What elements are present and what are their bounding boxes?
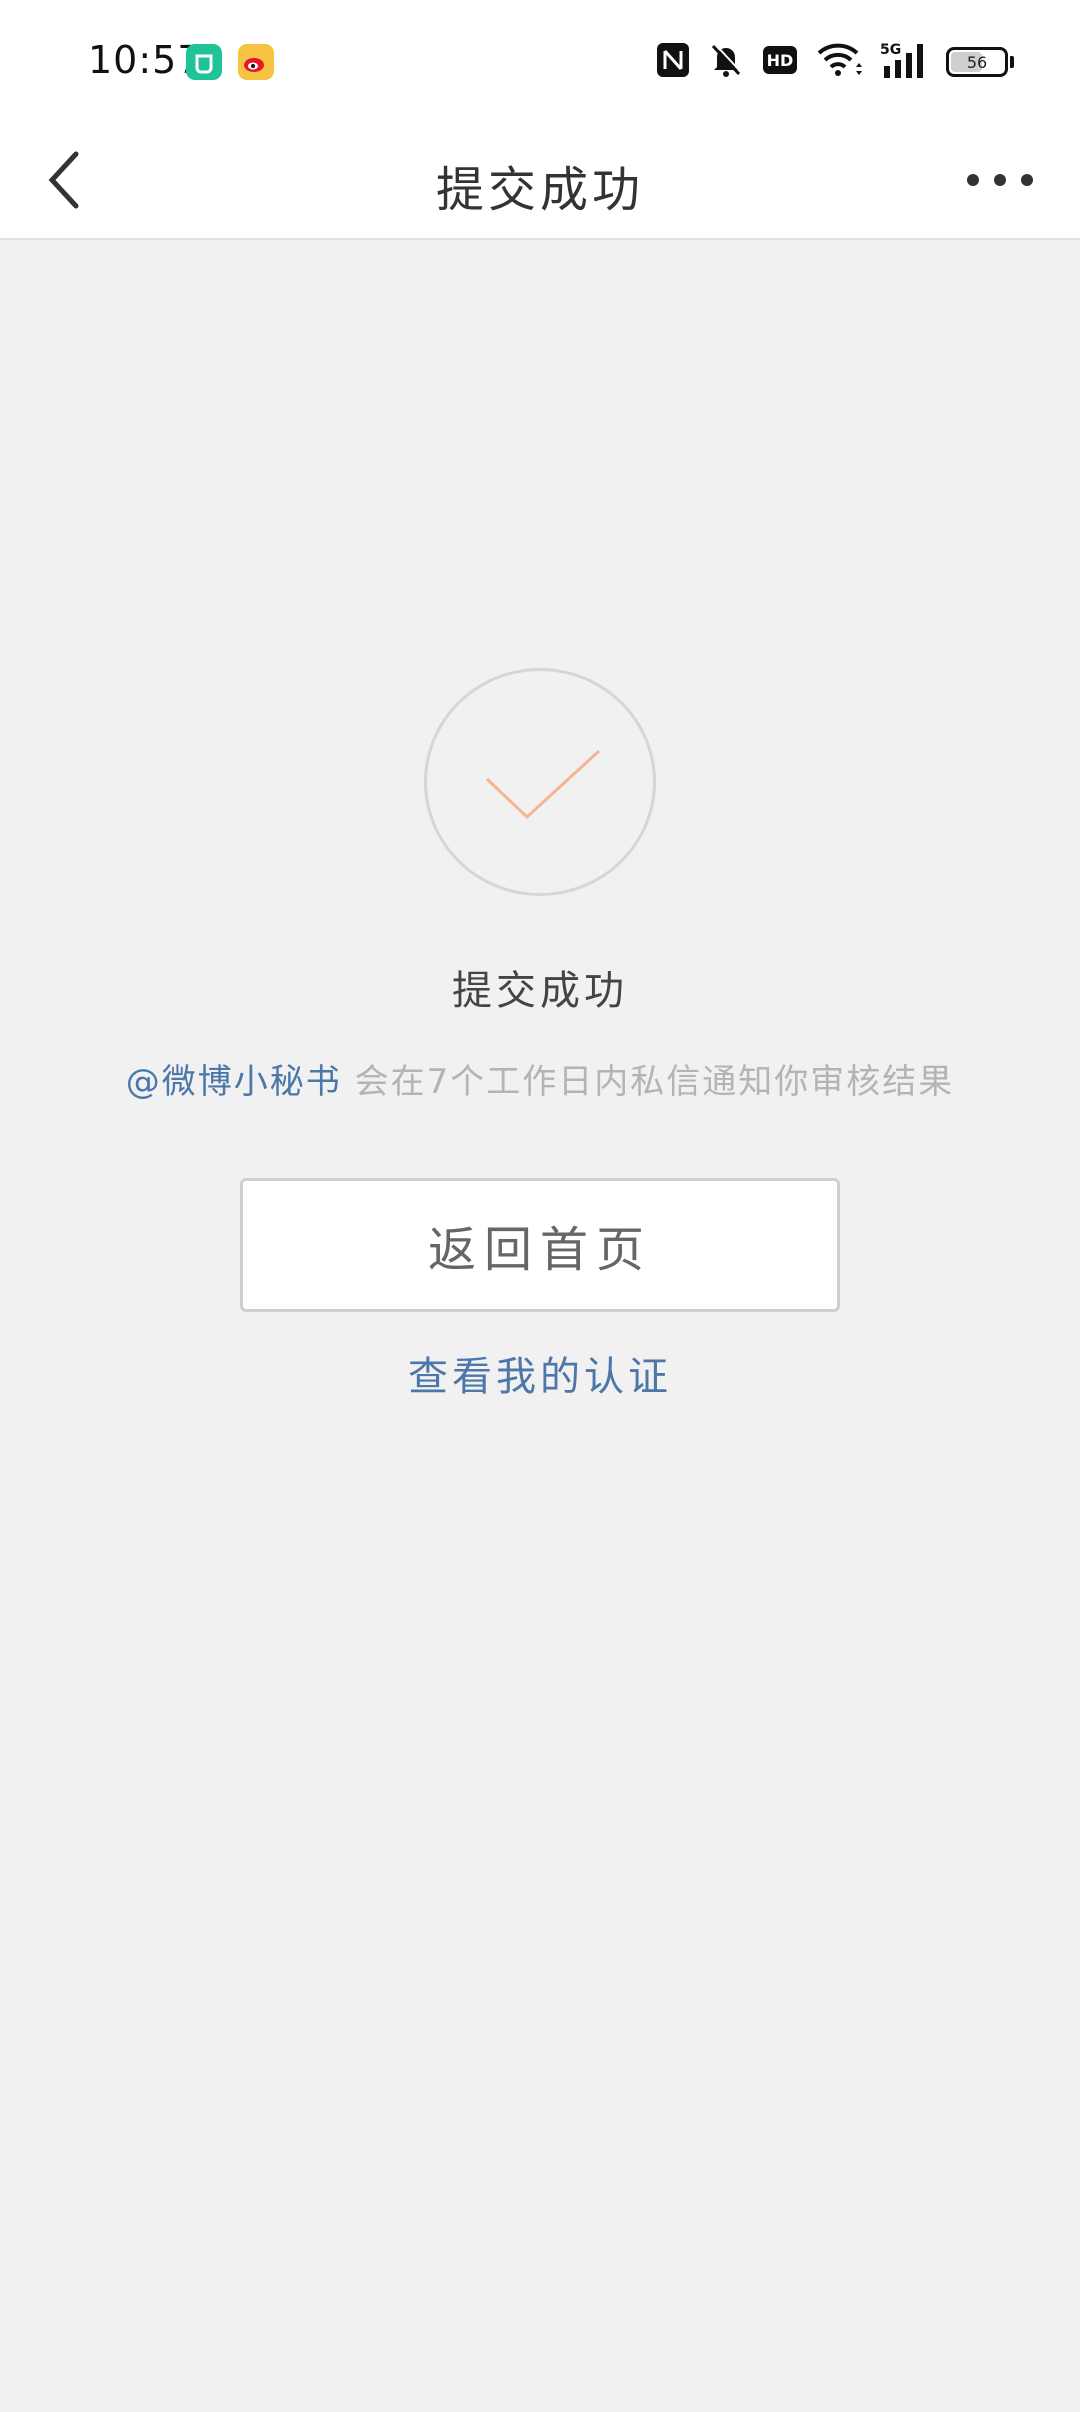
return-home-button[interactable]: 返回首页 — [240, 1178, 840, 1312]
svg-text:5G: 5G — [880, 42, 901, 58]
nav-bar: 提交成功 — [0, 120, 1080, 240]
page-title: 提交成功 — [435, 162, 644, 218]
weibo-secretary-mention[interactable]: @微博小秘书 — [126, 1062, 342, 1102]
notice-text: 会在7个工作日内私信通知你审核结果 — [341, 1062, 955, 1102]
battery-icon: 56 — [946, 47, 1008, 77]
mi-home-icon — [186, 44, 222, 80]
weibo-icon — [238, 44, 274, 80]
nfc-icon — [656, 42, 690, 82]
battery-level: 56 — [966, 52, 988, 72]
success-check-circle — [424, 668, 656, 896]
review-notice: @微博小秘书 会在7个工作日内私信通知你审核结果 — [0, 1054, 1080, 1103]
checkmark-icon — [485, 749, 601, 820]
signal-icon: 5G — [880, 40, 928, 84]
status-bar: 10:57 HD 5G 56 — [0, 0, 1080, 120]
battery-tip — [1010, 56, 1014, 68]
more-dots-icon — [967, 174, 1033, 186]
success-title: 提交成功 — [452, 968, 628, 1014]
view-my-certification-link[interactable]: 查看我的认证 — [0, 1344, 1080, 1402]
more-button[interactable] — [960, 150, 1040, 210]
svg-text:HD: HD — [767, 51, 794, 70]
bell-off-icon — [708, 41, 744, 83]
status-right-icons: HD 5G 56 — [656, 40, 1014, 84]
hd-icon: HD — [762, 45, 798, 79]
wifi-icon — [816, 41, 862, 83]
